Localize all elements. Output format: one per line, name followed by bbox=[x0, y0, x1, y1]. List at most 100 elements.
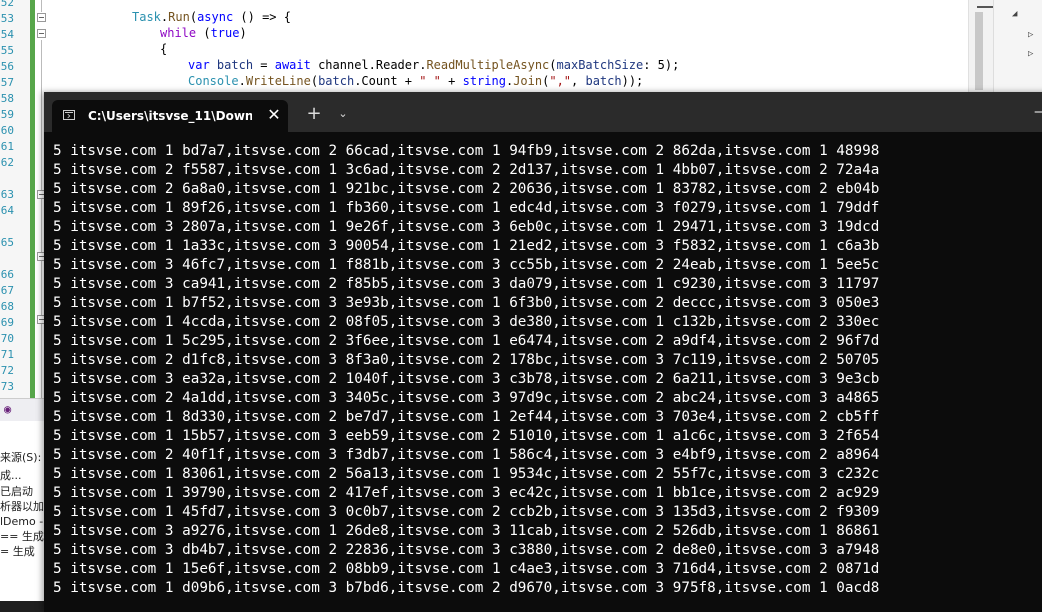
console-line: 5 itsvse.com 3 2807a,itsvse.com 1 9e26f,… bbox=[53, 219, 880, 235]
line-number: 61 bbox=[0, 140, 14, 153]
collapsed-triangle-icon[interactable]: ▷ bbox=[1028, 49, 1033, 59]
collapsed-triangle-icon[interactable]: ▷ bbox=[1028, 30, 1033, 40]
console-line: 5 itsvse.com 1 b7f52,itsvse.com 3 3e93b,… bbox=[53, 295, 880, 311]
console-line: 5 itsvse.com 1 45fd7,itsvse.com 3 0c0b7,… bbox=[53, 504, 880, 520]
minimize-button[interactable]: — bbox=[1034, 102, 1042, 122]
code-token: WriteLine bbox=[245, 74, 311, 88]
line-number: 54 bbox=[0, 28, 14, 41]
output-line: 已启动 bbox=[0, 485, 33, 498]
line-number: 68 bbox=[0, 300, 14, 313]
change-indicator-bar bbox=[30, 0, 35, 420]
code-line[interactable]: var batch = await channel.Reader.ReadMul… bbox=[188, 57, 679, 73]
code-token: " " bbox=[419, 74, 441, 88]
code-token: async bbox=[197, 10, 234, 24]
line-number: 64 bbox=[0, 204, 14, 217]
console-line: 5 itsvse.com 1 5c295,itsvse.com 2 3f6ee,… bbox=[53, 333, 880, 349]
line-number: 58 bbox=[0, 92, 14, 105]
close-tab-icon[interactable]: ✕ bbox=[264, 105, 284, 125]
line-number: 67 bbox=[0, 284, 14, 297]
output-line: = 生成 bbox=[0, 545, 35, 558]
output-line: 析器以加 bbox=[0, 500, 44, 513]
debug-icon[interactable]: ◉ bbox=[4, 402, 11, 416]
code-token: await bbox=[274, 58, 311, 72]
code-line[interactable]: while (true) bbox=[160, 25, 247, 41]
code-token: + bbox=[440, 74, 463, 88]
line-number: 53 bbox=[0, 12, 14, 25]
code-line[interactable]: Console.WriteLine(batch.Count + " " + st… bbox=[188, 73, 643, 89]
code-token: batch bbox=[216, 58, 254, 72]
code-token: )); bbox=[621, 74, 644, 88]
console-line: 5 itsvse.com 1 89f26,itsvse.com 1 fb360,… bbox=[53, 200, 880, 216]
collapse-icon[interactable] bbox=[37, 29, 46, 38]
code-token: ( bbox=[189, 10, 198, 24]
console-line: 5 itsvse.com 2 4a1dd,itsvse.com 3 3405c,… bbox=[53, 390, 880, 406]
output-line: 成... bbox=[0, 469, 22, 482]
terminal-tab[interactable]: C:\Users\itsvse_11\Downloads\ ✕ bbox=[52, 100, 288, 132]
chevron-down-icon[interactable]: ⌄ bbox=[334, 104, 352, 124]
code-token: ReadMultipleAsync bbox=[426, 58, 550, 72]
console-line: 5 itsvse.com 1 39790,itsvse.com 2 417ef,… bbox=[53, 485, 880, 501]
expanded-triangle-icon[interactable]: ◢ bbox=[1012, 9, 1017, 19]
code-token: Join bbox=[513, 74, 543, 88]
line-number: 62 bbox=[0, 156, 14, 169]
console-line: 5 itsvse.com 3 db4b7,itsvse.com 2 22836,… bbox=[53, 542, 880, 558]
line-number: 73 bbox=[0, 380, 14, 393]
code-token: ( bbox=[310, 74, 319, 88]
collapse-icon[interactable] bbox=[37, 13, 46, 22]
line-number: 56 bbox=[0, 60, 14, 73]
solution-explorer-pane[interactable]: ◢ ▷ ▷ bbox=[993, 0, 1042, 92]
code-token: { bbox=[160, 42, 168, 56]
line-number: 69 bbox=[0, 316, 14, 329]
console-line: 5 itsvse.com 3 a9276,itsvse.com 1 26de8,… bbox=[53, 523, 880, 539]
line-number: 70 bbox=[0, 332, 14, 345]
tab-title: C:\Users\itsvse_11\Downloads\ bbox=[88, 109, 252, 123]
line-number: 65 bbox=[0, 236, 14, 249]
console-line: 5 itsvse.com 3 ea32a,itsvse.com 2 1040f,… bbox=[53, 371, 880, 387]
code-token: . bbox=[238, 74, 246, 88]
code-token: var bbox=[188, 58, 210, 72]
code-token: batch bbox=[318, 74, 355, 88]
console-line: 5 itsvse.com 1 8d330,itsvse.com 2 be7d7,… bbox=[53, 409, 880, 425]
code-token: maxBatchSize bbox=[556, 58, 644, 72]
code-token: Run bbox=[168, 10, 190, 24]
line-number: 63 bbox=[0, 188, 14, 201]
console-line: 5 itsvse.com 2 6a8a0,itsvse.com 1 921bc,… bbox=[53, 181, 880, 197]
outline-guide bbox=[41, 0, 42, 12]
line-number: 72 bbox=[0, 364, 14, 377]
console-line: 5 itsvse.com 1 bd7a7,itsvse.com 2 66cad,… bbox=[53, 143, 880, 159]
code-token: true bbox=[210, 26, 240, 40]
output-pane[interactable]: 来源(S): 成... 已启动 析器以加 lDemo - == 生成 = 生成 bbox=[0, 398, 44, 601]
code-token: batch bbox=[585, 74, 622, 88]
terminal-output[interactable]: 5 itsvse.com 1 bd7a7,itsvse.com 2 66cad,… bbox=[53, 142, 1042, 598]
output-pane-toolbar: ◉ bbox=[0, 398, 44, 421]
console-line: 5 itsvse.com 2 d1fc8,itsvse.com 3 8f3a0,… bbox=[53, 352, 880, 368]
terminal-window[interactable]: C:\Users\itsvse_11\Downloads\ ✕ + ⌄ — 5 … bbox=[44, 92, 1042, 612]
output-line: == 生成 bbox=[0, 530, 44, 543]
code-token: .Count + bbox=[354, 74, 420, 88]
code-line[interactable]: Task.Run(async () => { bbox=[132, 9, 291, 25]
code-token: ( bbox=[196, 26, 211, 40]
code-line[interactable]: { bbox=[160, 41, 167, 57]
code-token: : 5); bbox=[643, 58, 680, 72]
console-line: 5 itsvse.com 1 1a33c,itsvse.com 3 90054,… bbox=[53, 238, 880, 254]
line-number: 57 bbox=[0, 76, 14, 89]
line-number: 52 bbox=[0, 0, 14, 9]
code-token: "," bbox=[549, 74, 572, 88]
line-number: 66 bbox=[0, 268, 14, 281]
output-line: lDemo - bbox=[0, 515, 44, 528]
line-number: 71 bbox=[0, 348, 14, 361]
code-token: string bbox=[462, 74, 506, 88]
code-token: ) bbox=[239, 26, 247, 40]
new-tab-button[interactable]: + bbox=[304, 104, 324, 124]
line-number: 60 bbox=[0, 124, 14, 137]
console-line: 5 itsvse.com 2 40f1f,itsvse.com 3 f3db7,… bbox=[53, 447, 880, 463]
output-pane-label: 来源(S): bbox=[0, 451, 42, 464]
code-token: , bbox=[571, 74, 586, 88]
console-line: 5 itsvse.com 3 ca941,itsvse.com 2 f85b5,… bbox=[53, 276, 880, 292]
editor-scrollbar[interactable] bbox=[968, 0, 999, 92]
code-token: Console bbox=[188, 74, 239, 88]
code-token: ( bbox=[549, 58, 557, 72]
line-number: 59 bbox=[0, 108, 14, 121]
scrollbar-thumb[interactable] bbox=[975, 12, 983, 90]
